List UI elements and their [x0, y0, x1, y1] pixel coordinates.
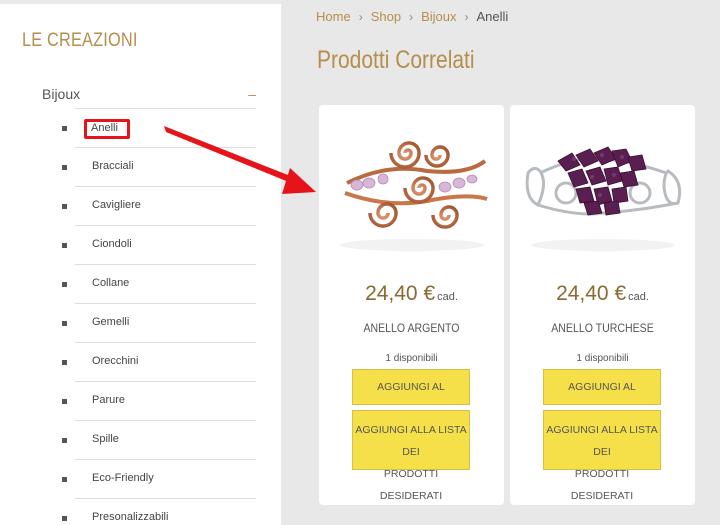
product-price: 24,40 €	[556, 282, 627, 305]
bullet-icon	[62, 516, 67, 521]
sidebar-item-label[interactable]: Collane	[92, 277, 129, 289]
sidebar-item-anelli[interactable]: Anelli	[0, 109, 281, 148]
bullet-icon	[62, 165, 67, 170]
add-to-cart-button[interactable]: AGGIUNGI AL CARRELLO	[543, 369, 661, 427]
add-to-cart-button[interactable]: AGGIUNGI AL CARRELLO	[352, 369, 470, 427]
bullet-icon	[62, 243, 67, 248]
wishlist-button-line: AGGIUNGI ALLA LISTA DEI	[355, 424, 467, 458]
bullet-icon	[62, 321, 67, 326]
bullet-icon	[62, 360, 67, 365]
breadcrumb-separator: ›	[464, 9, 469, 24]
sidebar-item-collane[interactable]: Collane	[0, 265, 281, 304]
availability: 1 disponibili	[385, 353, 438, 364]
category-bijoux[interactable]: Bijoux –	[42, 80, 258, 108]
sidebar-title: LE CREAZIONI	[22, 30, 138, 51]
breadcrumb-shop[interactable]: Shop	[371, 9, 401, 24]
add-to-wishlist-button[interactable]: AGGIUNGI ALLA LISTA DEI PRODOTTI DESIDER…	[352, 410, 470, 502]
sidebar-item-ciondoli[interactable]: Ciondoli	[0, 226, 281, 265]
category-label: Bijoux	[42, 86, 81, 102]
sidebar-item-presonalizzabili[interactable]: Presonalizzabili	[0, 499, 281, 525]
bullet-icon	[62, 282, 67, 287]
price-unit: cad.	[628, 291, 649, 303]
availability: 1 disponibili	[576, 353, 629, 364]
sidebar-item-label[interactable]: Eco-Friendly	[92, 472, 154, 484]
sidebar-item-spille[interactable]: Spille	[0, 421, 281, 460]
sidebar-item-parure[interactable]: Parure	[0, 382, 281, 421]
sidebar-item-bracciali[interactable]: Bracciali	[0, 148, 281, 187]
breadcrumb: Home › Shop › Bijoux › Anelli	[316, 9, 508, 24]
sidebar-item-cavigliere[interactable]: Cavigliere	[0, 187, 281, 226]
bullet-icon	[62, 477, 67, 482]
breadcrumb-home[interactable]: Home	[316, 9, 351, 24]
breadcrumb-separator: ›	[409, 9, 414, 24]
product-card: 24,40 € cad. ANELLO TURCHESE 1 disponibil…	[510, 105, 695, 505]
bullet-icon	[62, 438, 67, 443]
sidebar-item-label[interactable]: Ciondoli	[92, 238, 132, 250]
bullet-icon	[62, 399, 67, 404]
sidebar: LE CREAZIONI Bijoux – Anelli Bracciali C…	[0, 4, 281, 525]
breadcrumb-current: Anelli	[476, 9, 509, 24]
product-name[interactable]: ANELLO TURCHESE	[521, 321, 684, 335]
section-title: Prodotti Correlati	[317, 46, 475, 74]
add-to-wishlist-button[interactable]: AGGIUNGI ALLA LISTA DEI PRODOTTI DESIDER…	[543, 410, 661, 502]
product-name[interactable]: ANELLO ARGENTO	[330, 321, 493, 335]
price-row: 24,40 € cad.	[319, 282, 504, 306]
product-image-stone-ring[interactable]	[518, 113, 688, 253]
product-card: 24,40 € cad. ANELLO ARGENTO 1 disponibili…	[319, 105, 504, 505]
sidebar-item-orecchini[interactable]: Orecchini	[0, 343, 281, 382]
subcategory-list: Anelli Bracciali Cavigliere Ciondoli Col…	[0, 109, 281, 525]
breadcrumb-bijoux[interactable]: Bijoux	[421, 9, 456, 24]
wishlist-button-line: PRODOTTI DESIDERATI	[379, 468, 443, 502]
price-unit: cad.	[437, 291, 458, 303]
sidebar-item-label[interactable]: Anelli	[91, 122, 118, 134]
bullet-icon	[62, 126, 67, 131]
sidebar-item-label[interactable]: Parure	[92, 394, 125, 406]
price-row: 24,40 € cad.	[510, 282, 695, 306]
sidebar-item-label[interactable]: Spille	[92, 433, 119, 445]
sidebar-item-label[interactable]: Presonalizzabili	[92, 511, 168, 523]
sidebar-item-label[interactable]: Gemelli	[92, 316, 129, 328]
sidebar-item-label[interactable]: Orecchini	[92, 355, 138, 367]
collapse-toggle[interactable]: –	[248, 86, 256, 102]
sidebar-item-eco-friendly[interactable]: Eco-Friendly	[0, 460, 281, 499]
sidebar-item-label[interactable]: Cavigliere	[92, 199, 141, 211]
wishlist-button-line: PRODOTTI DESIDERATI	[570, 468, 634, 502]
sidebar-item-label[interactable]: Bracciali	[92, 160, 134, 172]
breadcrumb-separator: ›	[358, 9, 363, 24]
bullet-icon	[62, 204, 67, 209]
product-price: 24,40 €	[365, 282, 436, 305]
wishlist-button-line: AGGIUNGI ALLA LISTA DEI	[546, 424, 658, 458]
product-image-copper-ring[interactable]	[327, 113, 497, 253]
sidebar-item-gemelli[interactable]: Gemelli	[0, 304, 281, 343]
